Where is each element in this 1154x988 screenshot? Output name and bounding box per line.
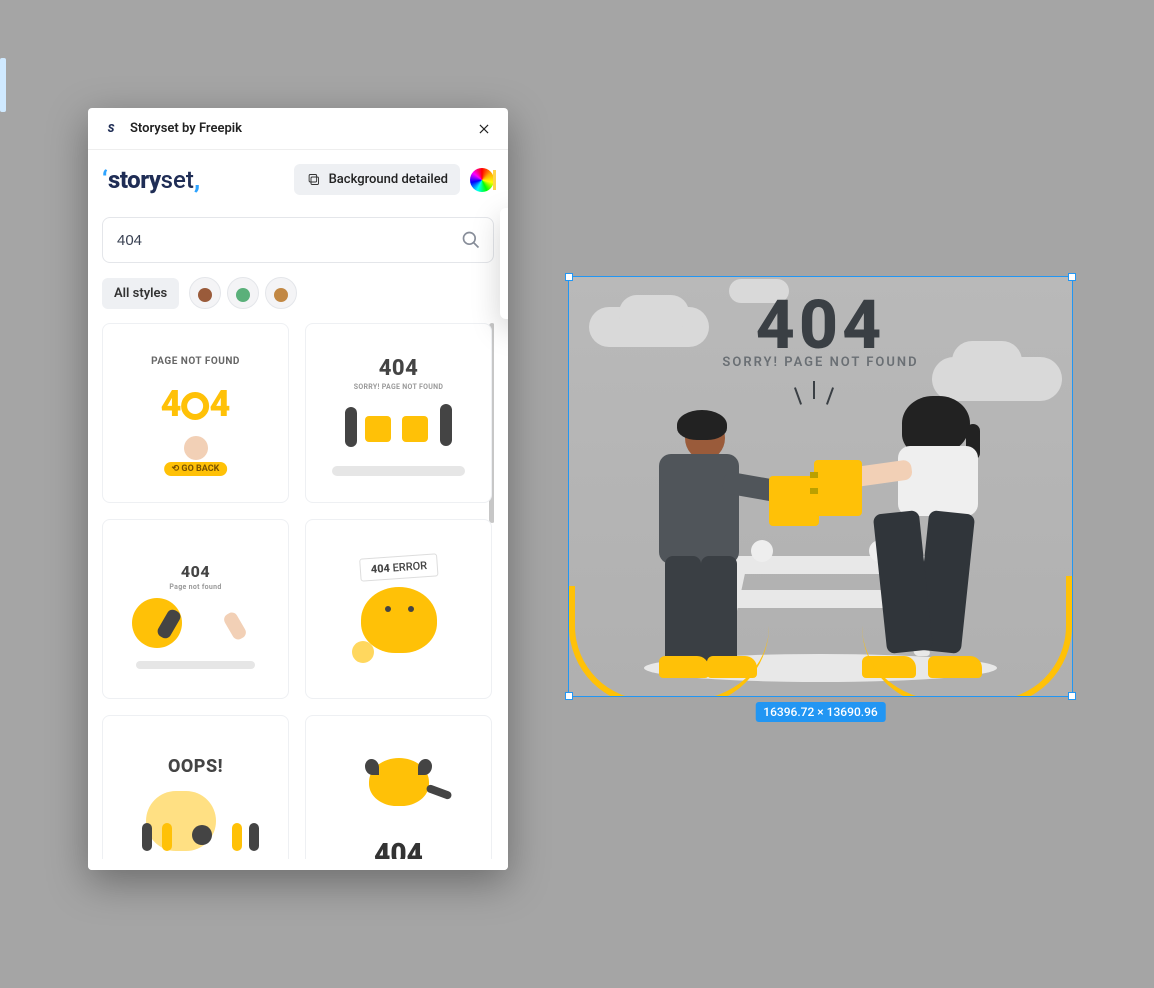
panel-header: S Storyset by Freepik bbox=[88, 108, 508, 150]
filter-all-styles[interactable]: All styles bbox=[102, 278, 179, 309]
result-card-3[interactable]: 404Page not found bbox=[102, 519, 289, 699]
resize-handle-bl[interactable] bbox=[565, 692, 573, 700]
color-picker-button[interactable] bbox=[470, 168, 494, 192]
background-selector-label: Background detailed bbox=[329, 172, 448, 187]
search-button[interactable] bbox=[456, 225, 486, 255]
result-card-2[interactable]: 404SORRY! PAGE NOT FOUND bbox=[305, 323, 492, 503]
plugin-logo-icon: S bbox=[102, 120, 120, 138]
close-button[interactable] bbox=[474, 119, 494, 139]
result-card-1[interactable]: PAGE NOT FOUND 44 ⟲ GO BACK bbox=[102, 323, 289, 503]
resize-handle-tr[interactable] bbox=[1068, 273, 1076, 281]
style-avatar-2[interactable] bbox=[227, 277, 259, 309]
illustration-subtitle: SORRY! PAGE NOT FOUND bbox=[722, 355, 918, 370]
search-input[interactable] bbox=[102, 217, 494, 263]
illustration-title: 404 bbox=[756, 285, 886, 365]
plugin-panel: S Storyset by Freepik ‘ storyset , Backg… bbox=[88, 108, 508, 870]
results-grid: PAGE NOT FOUND 44 ⟲ GO BACK 404SORRY! PA… bbox=[102, 323, 492, 859]
results-scroll[interactable]: PAGE NOT FOUND 44 ⟲ GO BACK 404SORRY! PA… bbox=[102, 323, 494, 859]
selection-dimensions: 16396.72 × 13690.96 bbox=[755, 702, 886, 722]
left-ruler-marker bbox=[0, 58, 6, 112]
style-avatars bbox=[189, 277, 297, 309]
close-icon bbox=[477, 122, 491, 136]
style-avatar-3[interactable] bbox=[265, 277, 297, 309]
background-dropdown: Hidden Simple Detailed bbox=[500, 208, 508, 319]
result-card-6[interactable]: 404 bbox=[305, 715, 492, 859]
result-card-4[interactable]: 404 ERROR bbox=[305, 519, 492, 699]
resize-handle-tl[interactable] bbox=[565, 273, 573, 281]
dropdown-item-hidden[interactable]: Hidden bbox=[500, 214, 508, 247]
dropdown-item-detailed[interactable]: Detailed bbox=[500, 280, 508, 313]
search-icon bbox=[461, 230, 481, 250]
dropdown-item-simple[interactable]: Simple bbox=[500, 247, 508, 280]
style-avatar-1[interactable] bbox=[189, 277, 221, 309]
resize-handle-br[interactable] bbox=[1068, 692, 1076, 700]
canvas-selection[interactable]: 404 SORRY! PAGE NOT FOUND bbox=[568, 276, 1073, 697]
result-card-5[interactable]: OOPS! bbox=[102, 715, 289, 859]
panel-title: Storyset by Freepik bbox=[130, 121, 242, 136]
layers-icon bbox=[306, 172, 321, 187]
background-selector[interactable]: Background detailed bbox=[294, 164, 460, 195]
filter-label: All styles bbox=[114, 286, 167, 301]
storyset-logo: ‘ storyset , bbox=[102, 166, 200, 194]
go-back-chip: ⟲ GO BACK bbox=[164, 462, 228, 476]
illustration-404: 404 SORRY! PAGE NOT FOUND bbox=[569, 277, 1072, 696]
